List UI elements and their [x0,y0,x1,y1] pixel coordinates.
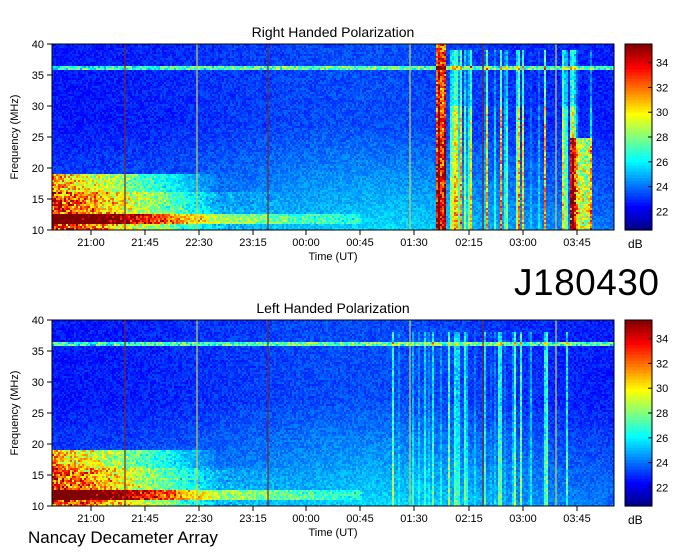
colorbar-unit-label: dB [628,237,643,251]
x-tick-label: 00:00 [292,237,320,249]
x-tick-label: 00:45 [346,237,374,249]
x-tick-label: 21:45 [131,237,159,249]
x-tick-label: 03:45 [563,513,591,525]
x-tick-label: 03:45 [563,237,591,249]
x-axis-label: Time (UT) [308,527,357,539]
y-tick-label: 40 [32,39,44,51]
colorbar-tick-label: 30 [656,383,668,395]
colorbar-tick-label: 24 [656,458,668,470]
colorbar-tick-label: 32 [656,82,668,94]
x-tick-label: 22:30 [185,237,213,249]
observation-id: J180430 [514,262,660,303]
colorbar-tick-label: 22 [656,206,668,218]
y-tick-label: 30 [32,377,44,389]
colorbar-tick-label: 22 [656,482,668,494]
left-polarization-panel: Left Handed Polarization 10 15 20 25 30 35 40 Fr… [9,300,668,539]
panel-title: Right Handed Polarization [252,24,415,40]
y-tick-label: 40 [32,315,44,327]
panel-title: Left Handed Polarization [256,300,409,316]
y-tick-label: 25 [32,132,44,144]
x-tick-label: 02:15 [455,237,483,249]
instrument-footer: Nancay Decameter Array [28,528,218,547]
colorbar-tick-label: 28 [656,408,668,420]
y-tick-label: 35 [32,70,44,82]
spectrogram-figure: Right Handed Polarization 10 15 20 25 30 35 40 F… [0,0,680,552]
colorbar-unit-label: dB [628,513,643,527]
colorbar-segment [625,44,652,48]
y-axis-label: Frequency (MHz) [9,371,21,456]
x-tick-label: 02:15 [455,513,483,525]
right-polarization-panel: Right Handed Polarization 10 15 20 25 30 35 40 F… [9,24,668,263]
x-tick-label: 03:00 [509,237,537,249]
y-tick-label: 10 [32,501,44,513]
colorbar-tick-label: 26 [656,157,668,169]
y-tick-label: 15 [32,470,44,482]
x-tick-label: 22:30 [185,513,213,525]
x-tick-label: 23:15 [239,513,267,525]
spectrogram-image [52,320,614,506]
colorbar-segment [625,320,652,324]
x-axis-label: Time (UT) [308,251,357,263]
colorbar-tick-label: 32 [656,358,668,370]
y-tick-label: 25 [32,408,44,420]
x-tick-label: 01:30 [400,237,428,249]
colorbar-tick-label: 34 [656,334,668,346]
colorbar-tick-label: 26 [656,433,668,445]
x-tick-label: 00:00 [292,513,320,525]
x-tick-label: 21:00 [77,513,105,525]
x-tick-label: 00:45 [346,513,374,525]
y-tick-label: 30 [32,101,44,113]
spectrogram-image [52,44,614,230]
y-tick-label: 20 [32,439,44,451]
colorbar-tick-label: 28 [656,132,668,144]
x-tick-label: 21:45 [131,513,159,525]
y-tick-label: 20 [32,163,44,175]
x-tick-label: 23:15 [239,237,267,249]
y-tick-label: 35 [32,346,44,358]
y-axis-label: Frequency (MHz) [9,95,21,180]
colorbar-tick-label: 30 [656,107,668,119]
x-tick-label: 21:00 [77,237,105,249]
y-tick-label: 15 [32,194,44,206]
x-tick-label: 03:00 [509,513,537,525]
colorbar-tick-label: 24 [656,182,668,194]
x-tick-label: 01:30 [400,513,428,525]
y-tick-label: 10 [32,225,44,237]
colorbar-tick-label: 34 [656,58,668,70]
